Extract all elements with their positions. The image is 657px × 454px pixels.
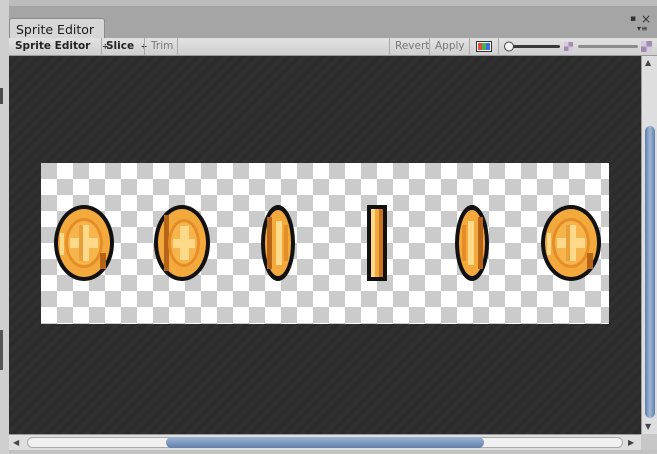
scroll-right-icon[interactable]: ▶ [628,438,634,447]
horizontal-scrollbar[interactable]: ◀ ▶ [9,434,641,450]
color-channel-icon[interactable] [476,41,492,52]
tab-sprite-editor[interactable]: Sprite Editor [9,18,105,39]
slice-dropdown-label: Slice [106,40,135,52]
coin-frame-2 [154,205,210,281]
maximize-icon[interactable]: ▪ [630,14,636,24]
sprite-canvas-svg [9,56,641,434]
divider [144,38,145,55]
mode-dropdown[interactable]: Sprite Editor ÷ [15,38,109,55]
divider [469,38,470,55]
horizontal-scroll-thumb[interactable] [166,437,484,448]
tab-menu-icon[interactable]: ▾≡ [637,24,648,33]
zoom-slider-group [504,41,652,52]
sprite-canvas[interactable] [9,56,641,434]
coin-frame-6 [541,205,601,281]
scroll-down-icon[interactable]: ▼ [645,422,651,431]
divider [498,38,499,55]
background-panel-left [0,0,9,454]
toolbar: Sprite Editor ÷ Slice ÷ Trim Revert Appl… [9,38,657,56]
divider [429,38,430,55]
divider [177,38,178,55]
apply-button[interactable]: Apply [435,38,465,55]
sprite-sheet [41,163,609,324]
scroll-left-icon[interactable]: ◀ [13,438,19,447]
vertical-scroll-thumb[interactable] [645,126,655,418]
trim-button[interactable]: Trim [151,38,173,55]
sprite-editor-window: Sprite Editor ▪ × ▾≡ Sprite Editor ÷ Sli… [9,6,657,454]
mode-dropdown-label: Sprite Editor [15,40,91,52]
scrollbar-corner [641,434,657,450]
revert-button[interactable]: Revert [395,38,429,55]
coin-frame-4 [367,205,387,281]
mip-large-icon [641,41,652,52]
mip-small-icon [564,42,573,51]
scroll-up-icon[interactable]: ▲ [645,58,651,67]
slice-dropdown[interactable]: Slice ÷ [106,38,147,55]
transparency-checker [41,163,609,324]
window-bottom-edge [9,450,657,454]
vertical-scrollbar[interactable]: ▲ ▼ [641,56,657,434]
coin-frame-3 [261,205,295,281]
coin-frame-5 [455,205,489,281]
divider [389,38,390,55]
tab-bar: Sprite Editor ▪ × ▾≡ [9,6,657,39]
coin-frame-1 [54,205,114,281]
divider [101,38,102,55]
